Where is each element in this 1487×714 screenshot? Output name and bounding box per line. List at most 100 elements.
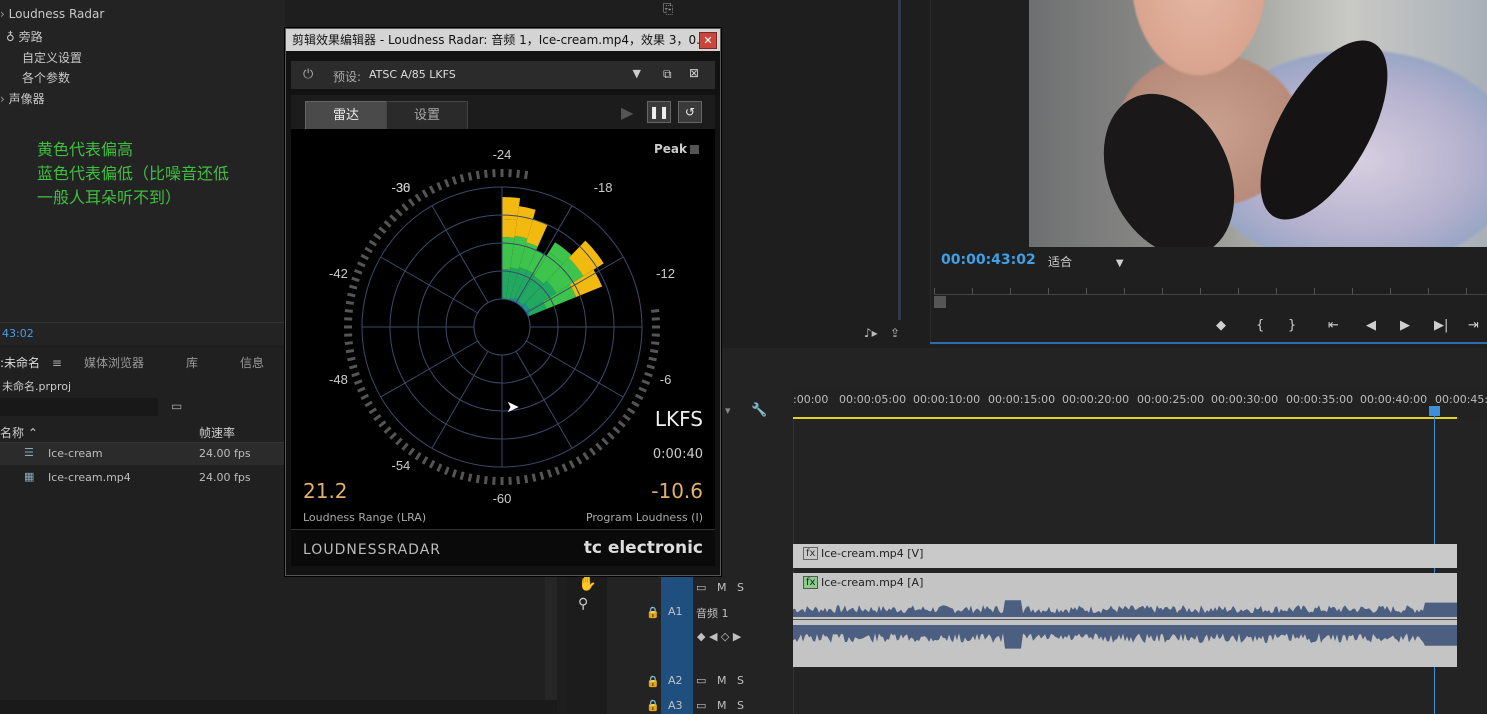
radar-chart: -24-18-12-6-60-54-48-42-36-30 <box>329 147 675 506</box>
radar-tick <box>646 364 656 370</box>
marker-icon[interactable]: ▾ <box>725 404 731 417</box>
ruler-tick-label: :00:00 <box>793 393 829 406</box>
preset-toolbar: ⏻ 预设: ATSC A/85 LKFS ▼ ⧉ ⊠ <box>291 61 715 89</box>
radar-tick <box>649 348 659 354</box>
hand-tool-icon[interactable]: ✋ <box>578 574 597 592</box>
mute-button[interactable]: M <box>717 581 727 594</box>
playhead-handle[interactable] <box>934 296 946 308</box>
wrench-icon[interactable]: 🔧 <box>751 403 767 418</box>
bypass-icon[interactable]: ♁ <box>6 30 15 44</box>
step-forward-button[interactable]: ▶| <box>1434 318 1448 333</box>
col-fps[interactable]: 帧速率 <box>199 424 235 441</box>
track-sync-icon[interactable]: ▭ <box>696 674 706 687</box>
tab-project[interactable]: :未命名 ≡ <box>0 354 62 371</box>
ruler-tick-label: 00:00:10:00 <box>913 393 981 406</box>
track-sync-icon[interactable]: ▭ <box>696 581 706 594</box>
audio-clip[interactable]: fx Ice-cream.mp4 [A] <box>793 573 1457 667</box>
radar-tick <box>378 420 387 428</box>
step-back-button[interactable]: ◀ <box>1366 318 1376 333</box>
power-icon[interactable]: ⏻ <box>303 67 313 82</box>
scrollbar[interactable] <box>898 0 901 320</box>
window-titlebar[interactable]: 剪辑效果编辑器 - Loudness Radar: 音频 1，Ice-cream… <box>286 29 720 51</box>
radar-tick <box>523 170 529 180</box>
lock-icon[interactable]: 🔒 <box>646 606 660 619</box>
effect-header[interactable]: › Loudness Radar <box>0 7 104 21</box>
radar-tick <box>459 173 465 183</box>
work-area-bar[interactable] <box>793 417 1457 419</box>
tab-media-browser[interactable]: 媒体浏览器 <box>84 354 144 371</box>
export-frame-icon[interactable]: ⇪ <box>890 326 900 340</box>
custom-setup-row[interactable]: 自定义设置 <box>22 49 82 66</box>
params-row[interactable]: 各个参数 <box>22 69 70 86</box>
pause-button[interactable]: ❚❚ <box>647 101 671 123</box>
compare-icon[interactable]: ⧉ <box>663 67 672 82</box>
mark-in-button[interactable]: { <box>1256 318 1264 333</box>
delete-preset-icon[interactable]: ⊠ <box>689 66 699 80</box>
tab-info[interactable]: 信息 <box>240 354 264 371</box>
reset-button[interactable]: ↺ <box>678 101 702 123</box>
loudness-radar-logo: LOUDNESSRADAR <box>303 542 442 558</box>
fit-dropdown[interactable]: 适合 ▼ <box>1048 253 1124 270</box>
track-a3[interactable]: A3 <box>668 699 683 712</box>
mark-out-button[interactable]: } <box>1288 318 1296 333</box>
tab-libraries[interactable]: 库 <box>186 354 198 371</box>
new-bin-icon[interactable]: ▭ <box>171 399 182 413</box>
go-to-in-button[interactable]: ⇤ <box>1328 318 1339 333</box>
audio-export-icon[interactable]: ♪▸ <box>864 326 878 340</box>
program-timecode[interactable]: 00:00:43:02 <box>941 252 1036 268</box>
panner-row[interactable]: › 声像器 <box>0 90 45 107</box>
lock-icon[interactable]: 🔒 <box>646 699 660 712</box>
track-sync-icon[interactable]: ▭ <box>696 699 706 712</box>
window-title: 剪辑效果编辑器 - Loudness Radar: 音频 1，Ice-cream… <box>292 33 708 47</box>
track-a1[interactable]: A1 <box>668 605 683 618</box>
monitor-ruler[interactable] <box>934 282 1487 295</box>
radar-tick <box>516 476 521 485</box>
item-fps: 24.00 fps <box>199 447 251 460</box>
mute-button[interactable]: M <box>717 674 727 687</box>
a1-target-highlight[interactable] <box>661 573 693 714</box>
solo-button[interactable]: S <box>737 699 744 712</box>
expand-icon[interactable]: › <box>0 92 5 106</box>
radar-tick <box>443 178 450 188</box>
bypass-row[interactable]: ♁ 旁路 <box>6 28 43 45</box>
solo-button[interactable]: S <box>737 674 744 687</box>
radar-tick <box>353 268 363 275</box>
close-icon[interactable]: ✕ <box>699 32 717 49</box>
menu-icon[interactable]: ≡ <box>52 356 62 370</box>
ruler-tick-label: 00:00:15:00 <box>988 393 1056 406</box>
radar-tick <box>631 400 640 408</box>
go-to-out-button[interactable]: ⇥ <box>1468 318 1479 333</box>
track-a2[interactable]: A2 <box>668 674 683 687</box>
tab-radar[interactable]: 雷达 <box>305 101 387 130</box>
timeline-ruler[interactable]: :00:00 00:00:05:00 00:00:10:00 00:00:15:… <box>793 388 1487 419</box>
export-icon[interactable]: ⎘ <box>663 2 673 17</box>
radar-spoke <box>515 350 573 449</box>
search-input[interactable] <box>0 398 158 416</box>
video-clip-label: Ice-cream.mp4 [V] <box>821 547 924 560</box>
list-item[interactable]: ☰ Ice-cream 24.00 fps <box>0 443 285 465</box>
solo-button[interactable]: S <box>737 581 744 594</box>
expand-icon[interactable]: › <box>0 7 5 21</box>
list-item[interactable]: ▦ Ice-cream.mp4 24.00 fps <box>0 467 285 489</box>
preset-dropdown[interactable]: ATSC A/85 LKFS ▼ <box>369 66 641 84</box>
zoom-tool-icon[interactable]: ⚲ <box>578 596 588 612</box>
unit-label: LKFS <box>654 407 703 431</box>
keyframe-controls[interactable]: ◆ ◀ ◇ ▶ <box>697 630 741 643</box>
marker-button[interactable]: ◆ <box>1216 318 1226 333</box>
radar-tick <box>531 473 537 482</box>
play-icon[interactable]: ▶ <box>621 103 633 122</box>
lock-icon[interactable]: 🔒 <box>646 675 660 688</box>
radar-tick <box>407 447 416 456</box>
play-button[interactable]: ▶ <box>1400 318 1410 333</box>
radar-tick <box>451 176 458 185</box>
mute-button[interactable]: M <box>717 699 727 712</box>
video-clip[interactable]: fx Ice-cream.mp4 [V] <box>793 544 1457 568</box>
horizontal-scrollbar[interactable] <box>0 700 557 714</box>
tab-settings[interactable]: 设置 <box>386 101 468 130</box>
radar-tick <box>347 356 356 362</box>
radar-tick <box>475 170 481 180</box>
col-name[interactable]: 名称 ⌃ <box>0 424 38 441</box>
ruler-tick-label: 00:00:45:0 <box>1435 393 1487 406</box>
playhead-handle[interactable] <box>1429 406 1440 416</box>
radar-spoke <box>380 256 479 314</box>
